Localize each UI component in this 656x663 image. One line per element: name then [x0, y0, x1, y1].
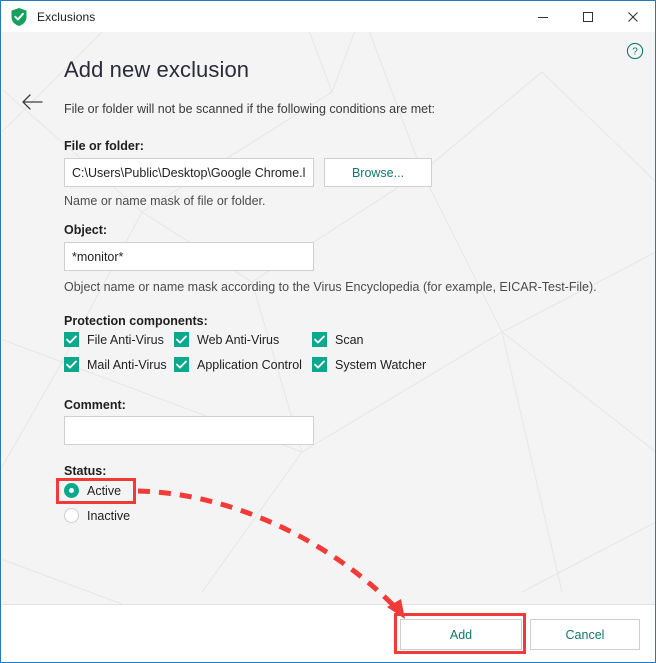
window-title: Exclusions [37, 9, 96, 24]
checkmark-icon [64, 332, 79, 347]
content-area: ? Add new exclusion File or folder will … [2, 32, 655, 604]
close-button[interactable] [610, 1, 655, 32]
checkbox-mail-anti-virus[interactable]: Mail Anti-Virus [64, 357, 167, 372]
maximize-button[interactable] [565, 1, 610, 32]
checkbox-web-anti-virus[interactable]: Web Anti-Virus [174, 332, 279, 347]
checkbox-label: Application Control [197, 357, 302, 372]
file-or-folder-input[interactable] [64, 158, 314, 187]
checkbox-system-watcher[interactable]: System Watcher [312, 357, 426, 372]
radio-inactive[interactable]: Inactive [64, 508, 130, 523]
page-title: Add new exclusion [64, 57, 250, 82]
protection-components-label: Protection components: [64, 314, 208, 328]
checkmark-icon [174, 332, 189, 347]
radio-selected-icon [64, 483, 79, 498]
add-button[interactable]: Add [400, 619, 522, 650]
footer-bar: Add Cancel [2, 604, 655, 662]
radio-label: Inactive [87, 508, 131, 523]
radio-label: Active [87, 483, 122, 498]
object-input[interactable] [64, 242, 314, 271]
file-or-folder-label: File or folder: [64, 139, 144, 153]
object-label: Object: [64, 223, 108, 237]
checkbox-label: File Anti-Virus [87, 332, 164, 347]
status-label: Status: [64, 464, 107, 478]
object-hint: Object name or name mask according to th… [64, 280, 597, 294]
checkmark-icon [312, 332, 327, 347]
title-bar: Exclusions [1, 1, 655, 32]
checkbox-scan[interactable]: Scan [312, 332, 364, 347]
file-or-folder-hint: Name or name mask of file or folder. [64, 194, 266, 208]
help-circle-icon[interactable]: ? [626, 42, 644, 60]
minimize-button[interactable] [520, 1, 565, 32]
svg-text:?: ? [632, 47, 638, 58]
checkmark-icon [64, 357, 79, 372]
checkbox-label: Scan [335, 332, 364, 347]
checkbox-label: System Watcher [335, 357, 427, 372]
exclusions-window: Exclusions ? Add new exclusion File or f… [0, 0, 656, 663]
browse-button[interactable]: Browse... [324, 158, 432, 187]
checkbox-application-control[interactable]: Application Control [174, 357, 302, 372]
checkmark-icon [312, 357, 327, 372]
back-arrow-icon[interactable] [18, 88, 46, 116]
checkbox-label: Mail Anti-Virus [87, 357, 167, 372]
comment-input[interactable] [64, 416, 314, 445]
comment-label: Comment: [64, 398, 126, 412]
checkmark-icon [174, 357, 189, 372]
radio-unselected-icon [64, 508, 79, 523]
cancel-button[interactable]: Cancel [530, 619, 640, 650]
window-controls [520, 1, 655, 32]
checkbox-file-anti-virus[interactable]: File Anti-Virus [64, 332, 164, 347]
checkbox-label: Web Anti-Virus [197, 332, 280, 347]
shield-check-icon [10, 7, 28, 27]
radio-active[interactable]: Active [64, 483, 121, 498]
intro-text: File or folder will not be scanned if th… [64, 102, 436, 116]
